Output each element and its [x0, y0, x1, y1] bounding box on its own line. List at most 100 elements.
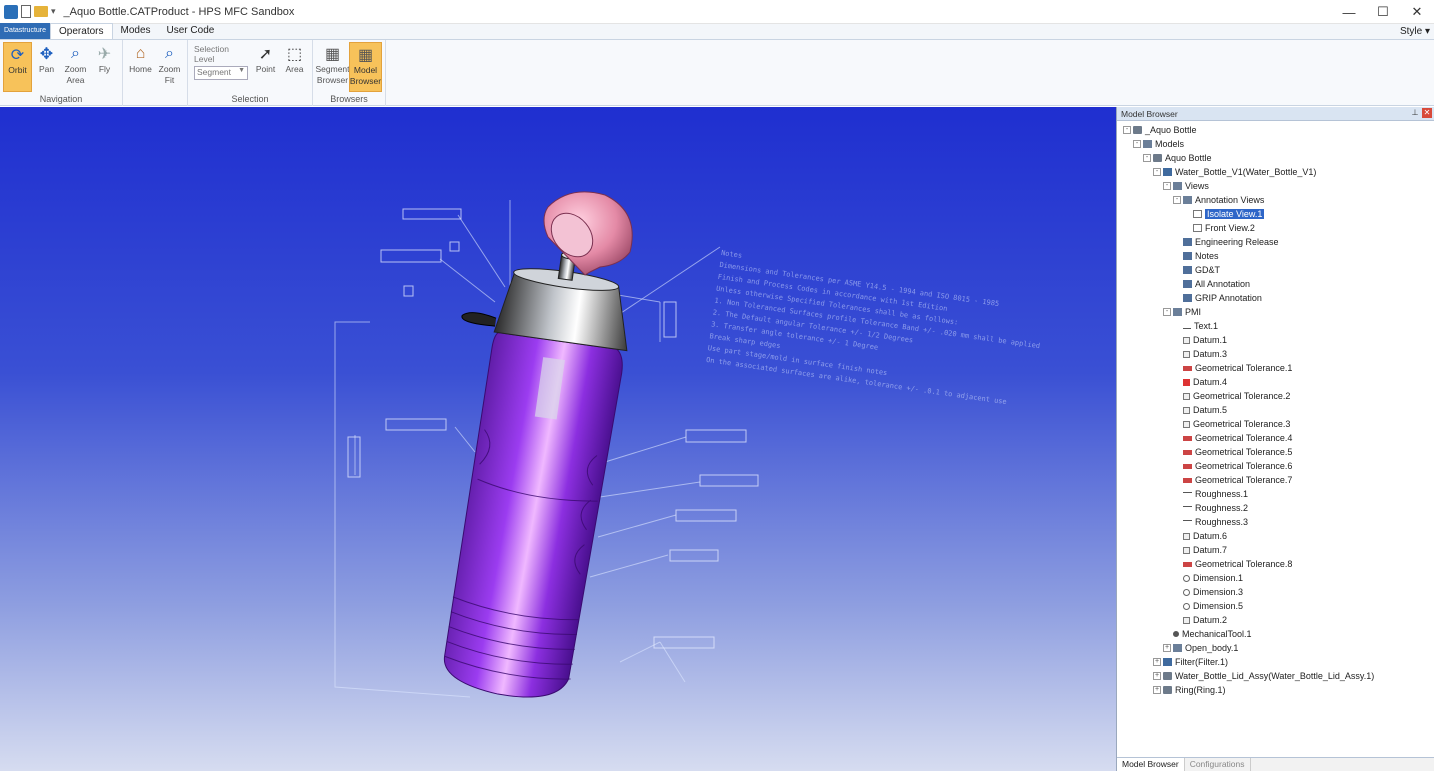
point-select-button[interactable]: ➚ Point [251, 42, 280, 92]
tree-item[interactable]: Datum.7 [1173, 543, 1227, 557]
datum-icon [1183, 420, 1190, 428]
panel-tabs: Model Browser Configurations [1117, 757, 1434, 771]
tree-item[interactable]: Dimension.5 [1173, 599, 1243, 613]
tree-item[interactable]: Geometrical Tolerance.1 [1173, 361, 1292, 375]
tree-item-label: GRIP Annotation [1195, 293, 1262, 303]
tree-item[interactable]: GD&T [1173, 263, 1220, 277]
tree-item-label: Datum.7 [1193, 545, 1228, 555]
collapse-icon[interactable]: - [1123, 126, 1131, 134]
home-group: ⌂ Home ⌕ Zoom Fit [123, 40, 188, 106]
area-select-icon: ⬚ [286, 46, 303, 63]
collapse-icon[interactable]: - [1153, 168, 1161, 176]
collapse-icon[interactable]: - [1173, 196, 1181, 204]
scene-drawing [334, 191, 759, 698]
tree-item[interactable]: + Ring(Ring.1) [1153, 683, 1226, 697]
zoom-area-button[interactable]: ⌕ Zoom Area [61, 42, 90, 92]
model-browser-panel: Model Browser ⊥ ✕ - _Aquo Bottle - Models - A… [1116, 107, 1434, 771]
fly-button[interactable]: ✈ Fly [90, 42, 119, 92]
tree-item[interactable]: Datum.2 [1173, 613, 1227, 627]
tree-item[interactable]: Geometrical Tolerance.3 [1173, 417, 1290, 431]
3d-viewport[interactable]: Notes Dimensions and Tolerances per ASME… [0, 107, 1116, 771]
tree-item-label: GD&T [1195, 265, 1221, 275]
tree-item-label: Geometrical Tolerance.4 [1195, 433, 1293, 443]
tree-item[interactable]: + Water_Bottle_Lid_Assy(Water_Bottle_Lid_… [1153, 669, 1374, 683]
collapse-icon[interactable]: - [1163, 182, 1171, 190]
tree-item[interactable]: Isolate View.1 [1183, 207, 1265, 221]
tree-item-label: Datum.1 [1193, 335, 1228, 345]
tree-item[interactable]: Geometrical Tolerance.4 [1173, 431, 1292, 445]
tree-item[interactable]: Datum.5 [1173, 403, 1227, 417]
expand-icon[interactable]: + [1163, 644, 1171, 652]
tree-item[interactable]: Roughness.2 [1173, 501, 1248, 515]
open-folder-icon[interactable] [34, 6, 48, 17]
tree-item[interactable]: Geometrical Tolerance.8 [1173, 557, 1292, 571]
orbit-icon: ⟳ [10, 47, 25, 64]
tree-item[interactable]: - PMI [1163, 305, 1201, 319]
expand-icon[interactable]: + [1153, 686, 1161, 694]
tree-item[interactable]: MechanicalTool.1 [1163, 627, 1252, 641]
assembly-icon [1163, 686, 1172, 694]
tree-item-label: Engineering Release [1195, 237, 1279, 247]
tree-item[interactable]: Front View.2 [1183, 221, 1255, 235]
tree-item[interactable]: + Filter(Filter.1) [1153, 655, 1228, 669]
tab-user-code[interactable]: User Code [159, 23, 223, 39]
model-browser-button[interactable]: ▦ Model Browser [349, 42, 382, 92]
tree-item[interactable]: - Water_Bottle_V1(Water_Bottle_V1) [1153, 165, 1316, 179]
tab-operators[interactable]: Operators [50, 23, 113, 39]
tree-item[interactable]: All Annotation [1173, 277, 1250, 291]
tree-item[interactable]: Notes [1173, 249, 1219, 263]
home-button[interactable]: ⌂ Home [126, 42, 155, 92]
close-button[interactable]: ✕ [1400, 0, 1434, 24]
quick-access-dropdown-icon[interactable]: ▾ [51, 6, 56, 17]
tab-model-browser[interactable]: Model Browser [1117, 758, 1185, 771]
orbit-button[interactable]: ⟳ Orbit [3, 42, 32, 92]
tree-item[interactable]: Geometrical Tolerance.6 [1173, 459, 1292, 473]
segment-browser-button[interactable]: ▦ Segment Browser [315, 42, 349, 92]
tree-item[interactable]: Datum.1 [1173, 333, 1227, 347]
tab-modes[interactable]: Modes [113, 23, 159, 39]
datum-icon [1183, 546, 1190, 554]
tree-item[interactable]: Datum.3 [1173, 347, 1227, 361]
tree-item[interactable]: + Open_body.1 [1163, 641, 1238, 655]
tree-item[interactable]: Text.1 [1173, 319, 1218, 333]
tree-item[interactable]: Geometrical Tolerance.5 [1173, 445, 1292, 459]
tree-item[interactable]: Geometrical Tolerance.7 [1173, 473, 1292, 487]
tab-file[interactable]: Datastructure [0, 23, 51, 39]
point-select-icon: ➚ [258, 46, 273, 63]
tree-item[interactable]: GRIP Annotation [1173, 291, 1262, 305]
maximize-button[interactable]: ☐ [1366, 0, 1400, 24]
pan-button[interactable]: ✥ Pan [32, 42, 61, 92]
tree-item[interactable]: - Models [1133, 137, 1184, 151]
selection-level-dropdown[interactable]: Segment ▼ [194, 66, 248, 80]
tree-item[interactable]: - Views [1163, 179, 1209, 193]
style-menu[interactable]: Style ▾ [1400, 24, 1430, 40]
area-select-button[interactable]: ⬚ Area [280, 42, 309, 92]
collapse-icon[interactable]: - [1163, 308, 1171, 316]
dimension-icon [1183, 574, 1190, 582]
collapse-icon[interactable]: - [1143, 154, 1151, 162]
tool-icon [1173, 631, 1179, 637]
tree-item[interactable]: Dimension.1 [1173, 571, 1243, 585]
app-icon[interactable] [4, 4, 18, 19]
tree-item[interactable]: Dimension.3 [1173, 585, 1243, 599]
close-icon[interactable]: ✕ [1422, 108, 1432, 118]
tree-item[interactable]: Roughness.3 [1173, 515, 1248, 529]
pin-icon[interactable]: ⊥ [1410, 108, 1420, 118]
expand-icon[interactable]: + [1153, 658, 1161, 666]
tree-item[interactable]: - _Aquo Bottle [1123, 123, 1197, 137]
tree-item[interactable]: Geometrical Tolerance.2 [1173, 389, 1290, 403]
fly-icon: ✈ [97, 46, 112, 63]
tree-item[interactable]: Roughness.1 [1173, 487, 1248, 501]
collapse-icon[interactable]: - [1133, 140, 1141, 148]
datum-icon [1183, 406, 1190, 414]
tab-configurations[interactable]: Configurations [1185, 758, 1251, 771]
minimize-button[interactable]: — [1332, 0, 1366, 24]
zoom-fit-button[interactable]: ⌕ Zoom Fit [155, 42, 184, 92]
tree-item[interactable]: Engineering Release [1173, 235, 1279, 249]
tree-item[interactable]: - Annotation Views [1173, 193, 1264, 207]
new-file-icon[interactable] [21, 5, 31, 18]
tree-item[interactable]: - Aquo Bottle [1143, 151, 1212, 165]
tree-item[interactable]: Datum.4 [1173, 375, 1227, 389]
tree-item[interactable]: Datum.6 [1173, 529, 1227, 543]
expand-icon[interactable]: + [1153, 672, 1161, 680]
